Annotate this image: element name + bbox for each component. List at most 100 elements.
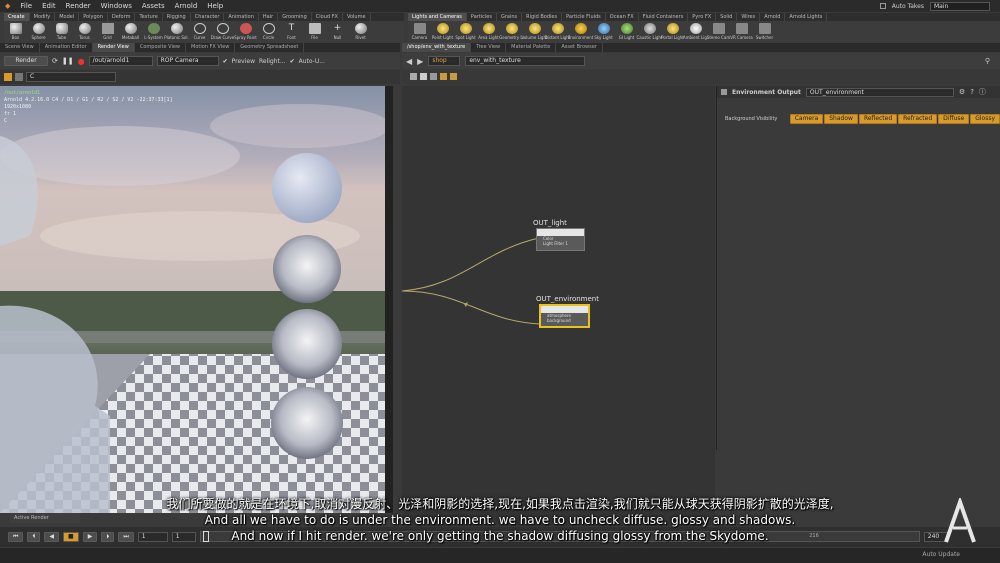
- tool-environment[interactable]: Environment: [568, 23, 593, 40]
- port-background[interactable]: background: [541, 318, 588, 323]
- vis-glossy-toggle[interactable]: Glossy: [970, 114, 1000, 124]
- shelf-tab-particles[interactable]: Particles: [467, 13, 497, 21]
- context-shop[interactable]: shop: [428, 56, 461, 66]
- tool-null[interactable]: + Null: [326, 23, 349, 40]
- back-arrow-icon[interactable]: ◀: [406, 57, 412, 66]
- shelf-tab-fluid-containers[interactable]: Fluid Containers: [639, 13, 689, 21]
- channel-select[interactable]: C: [26, 72, 116, 82]
- tool-vr-camera[interactable]: VR Camera: [730, 23, 753, 40]
- shelf-tab-volume[interactable]: Volume: [343, 13, 371, 21]
- tool-rivet[interactable]: Rivet: [349, 23, 372, 40]
- tab-scene-view[interactable]: Scene View: [0, 43, 40, 52]
- shelf-tab-solid[interactable]: Solid: [716, 13, 738, 21]
- tool-circle[interactable]: Circle: [257, 23, 280, 40]
- tab-tree-view[interactable]: Tree View: [471, 43, 507, 52]
- tool-gi-light[interactable]: GI Light: [615, 23, 638, 40]
- tool-grid[interactable]: Grid: [96, 23, 119, 40]
- gear-icon[interactable]: ⚙: [959, 88, 965, 96]
- tool-ambient-light[interactable]: Ambient Lig.: [683, 23, 708, 40]
- port-light-filter[interactable]: Light Filter 1: [537, 241, 584, 246]
- sticky-note-icon[interactable]: [440, 73, 447, 80]
- node-out-light[interactable]: Color Light Filter 1: [536, 228, 585, 251]
- menu-file[interactable]: File: [15, 2, 37, 10]
- houdini-logo-icon[interactable]: ◆: [0, 2, 15, 10]
- menu-windows[interactable]: Windows: [96, 2, 137, 10]
- tool-stereo-cam[interactable]: Stereo Cam: [707, 23, 730, 40]
- pause-icon[interactable]: ❚❚: [62, 57, 74, 65]
- auto-takes-checkbox[interactable]: [879, 3, 886, 9]
- tab-composite-view[interactable]: Composite View: [135, 43, 186, 52]
- vis-shadow-toggle[interactable]: Shadow: [824, 114, 858, 124]
- shelf-tab-grooming[interactable]: Grooming: [278, 13, 312, 21]
- display-options-icon[interactable]: [430, 73, 437, 80]
- auto-update-status[interactable]: Auto Update: [922, 551, 960, 558]
- tool-area-light[interactable]: Area Light: [477, 23, 500, 40]
- tool-box[interactable]: Box: [4, 23, 27, 40]
- shelf-tab-wires[interactable]: Wires: [737, 13, 761, 21]
- preview-check-icon[interactable]: ✔: [223, 58, 228, 65]
- tool-metaball[interactable]: Metaball: [119, 23, 142, 40]
- shelf-tab-lights-cameras[interactable]: Lights and Cameras: [408, 13, 467, 21]
- help-icon[interactable]: ?: [970, 88, 974, 96]
- render-scrollbar[interactable]: [385, 86, 393, 513]
- tool-curve[interactable]: Curve: [188, 23, 211, 40]
- shelf-tab-particle-fluids[interactable]: Particle Fluids: [562, 13, 606, 21]
- shelf-tab-hair[interactable]: Hair: [259, 13, 279, 21]
- tab-network-path[interactable]: /shop/env_with_texture: [402, 43, 472, 52]
- tab-render-view[interactable]: Render View: [92, 43, 135, 52]
- shelf-tab-cloud-fx[interactable]: Cloud FX: [312, 13, 343, 21]
- tool-geometry-light[interactable]: Geometry L.: [499, 23, 524, 40]
- grid-view-icon[interactable]: [420, 73, 427, 80]
- network-path[interactable]: env_with_texture: [465, 56, 586, 66]
- vis-diffuse-toggle[interactable]: Diffuse: [938, 114, 970, 124]
- shelf-tab-rigid-bodies[interactable]: Rigid Bodies: [522, 13, 563, 21]
- rop-path-field[interactable]: /out/arnold1: [88, 56, 153, 66]
- camera-select[interactable]: ROP Camera: [156, 56, 219, 66]
- render-button[interactable]: Render: [4, 56, 48, 66]
- render-viewport[interactable]: [0, 86, 393, 513]
- tool-sky-light[interactable]: Sky Light: [592, 23, 615, 40]
- stop-icon[interactable]: ●: [78, 57, 85, 66]
- node-name-field[interactable]: OUT_environment: [805, 87, 954, 97]
- shelf-tab-ocean-fx[interactable]: Ocean FX: [606, 13, 639, 21]
- network-box-icon[interactable]: [450, 73, 457, 80]
- list-view-icon[interactable]: [410, 73, 417, 80]
- shelf-tab-polygon[interactable]: Polygon: [79, 13, 108, 21]
- tool-portal-light[interactable]: Portal Light: [661, 23, 684, 40]
- tool-caustic-light[interactable]: Caustic Light: [637, 23, 663, 40]
- shelf-tab-rigging[interactable]: Rigging: [163, 13, 191, 21]
- tool-torus[interactable]: Torus: [73, 23, 96, 40]
- snapshot-icon[interactable]: [4, 73, 12, 81]
- shelf-tab-animation[interactable]: Animation: [224, 13, 259, 21]
- tool-tube[interactable]: Tube: [50, 23, 73, 40]
- tool-spray-paint[interactable]: Spray Paint: [234, 23, 257, 40]
- vis-camera-toggle[interactable]: Camera: [789, 114, 824, 124]
- shelf-tab-modify[interactable]: Modify: [30, 13, 56, 21]
- tool-platonic[interactable]: Platonic Sol.: [164, 23, 189, 40]
- tab-geometry-spreadsheet[interactable]: Geometry Spreadsheet: [235, 43, 305, 52]
- menu-assets[interactable]: Assets: [137, 2, 170, 10]
- tab-material-palette[interactable]: Material Palette: [506, 43, 557, 52]
- shelf-tab-model[interactable]: Model: [55, 13, 80, 21]
- tool-font[interactable]: T Font: [280, 23, 303, 40]
- shelf-tab-pyro-fx[interactable]: Pyro FX: [688, 13, 717, 21]
- tool-point-light[interactable]: Point Light: [431, 23, 454, 40]
- tool-spot-light[interactable]: Spot Light: [454, 23, 477, 40]
- tab-motion-fx-view[interactable]: Motion FX View: [186, 43, 236, 52]
- tool-distant-light[interactable]: Distant Light: [545, 23, 570, 40]
- tool-volume-light[interactable]: Volume Light: [521, 23, 548, 40]
- vis-refracted-toggle[interactable]: Refracted: [898, 114, 938, 124]
- menu-render[interactable]: Render: [61, 2, 96, 10]
- tool-file[interactable]: File: [303, 23, 326, 40]
- desktop-select[interactable]: Main: [930, 1, 990, 11]
- node-out-environment[interactable]: atmosphere background: [539, 304, 590, 328]
- vis-reflected-toggle[interactable]: Reflected: [858, 114, 898, 124]
- tool-lsystem[interactable]: L-System: [142, 23, 165, 40]
- histogram-icon[interactable]: [15, 73, 23, 81]
- menu-arnold[interactable]: Arnold: [170, 2, 203, 10]
- relight-label[interactable]: Relight...: [259, 58, 286, 65]
- shelf-tab-grains[interactable]: Grains: [497, 13, 523, 21]
- menu-edit[interactable]: Edit: [37, 2, 61, 10]
- shelf-tab-arnold[interactable]: Arnold: [760, 13, 786, 21]
- tab-asset-browser[interactable]: Asset Browser: [556, 43, 603, 52]
